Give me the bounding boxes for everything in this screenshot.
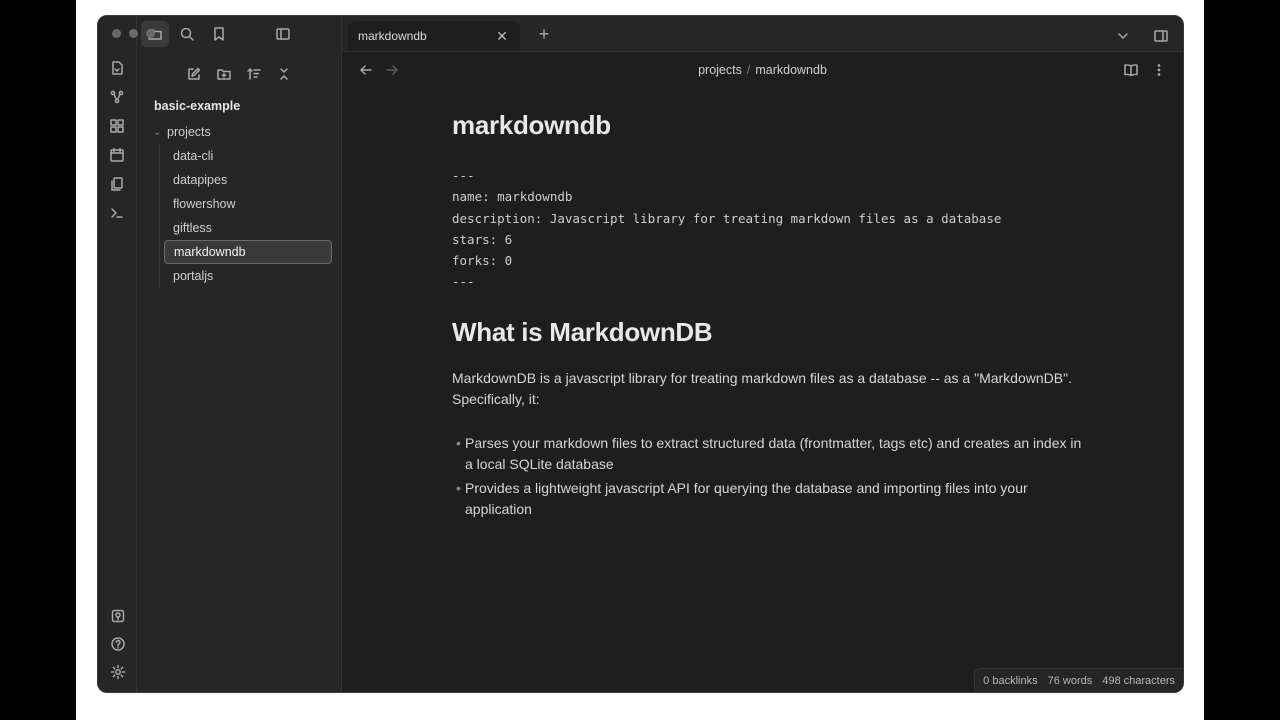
backlinks-count[interactable]: 0 backlinks <box>983 675 1037 687</box>
frontmatter-line: forks: 0 <box>452 253 513 269</box>
list-item: Provides a lightweight javascript API fo… <box>452 478 1092 521</box>
view-header: projects / markdowndb <box>342 52 1183 88</box>
list-item: Parses your markdown files to extract st… <box>452 433 1092 476</box>
sidebar-header <box>137 16 341 52</box>
new-note-icon[interactable] <box>182 62 206 86</box>
folder-children: data-cli datapipes flowershow giftless m… <box>137 144 341 288</box>
right-letterbox <box>1204 0 1280 720</box>
status-bar: 0 backlinks 76 words 498 characters <box>974 668 1183 692</box>
character-count: 498 characters <box>1102 674 1175 687</box>
file-item-giftless[interactable]: giftless <box>164 216 332 240</box>
new-folder-icon[interactable] <box>212 62 236 86</box>
close-tab-icon[interactable]: ✕ <box>494 28 510 45</box>
window-controls <box>112 29 155 38</box>
file-explorer-sidebar: basic-example ⌄ projects data-cli datapi… <box>137 16 342 692</box>
search-icon[interactable] <box>175 22 199 46</box>
open-quick-switcher-icon[interactable] <box>105 56 129 80</box>
frontmatter-line: --- <box>452 168 475 183</box>
note-title[interactable]: markdowndb <box>452 110 1092 141</box>
file-tree: ⌄ projects data-cli datapipes flowershow… <box>137 120 341 288</box>
frontmatter-block[interactable]: --- name: markdowndb description: Javasc… <box>452 165 1092 293</box>
tab-title: markdowndb <box>358 29 427 43</box>
chevron-down-icon: ⌄ <box>153 126 162 138</box>
new-tab-button[interactable]: + <box>534 24 554 45</box>
help-icon[interactable] <box>106 632 130 656</box>
back-arrow-icon[interactable] <box>354 58 378 82</box>
section-heading: What is MarkdownDB <box>452 316 713 347</box>
file-item-flowershow[interactable]: flowershow <box>164 192 332 216</box>
templates-icon[interactable] <box>105 172 129 196</box>
forward-arrow-icon[interactable] <box>380 58 404 82</box>
calendar-icon[interactable] <box>105 143 129 167</box>
ribbon <box>98 16 137 692</box>
vault-name[interactable]: basic-example <box>137 90 341 120</box>
frontmatter-line: stars: 6 <box>452 231 513 247</box>
settings-gear-icon[interactable] <box>106 660 130 684</box>
reading-view-book-icon[interactable] <box>1119 58 1143 82</box>
note-editor[interactable]: markdowndb --- name: markdowndb descript… <box>452 110 1092 523</box>
breadcrumb: projects / markdowndb <box>342 63 1183 77</box>
feature-list: Parses your markdown files to extract st… <box>452 433 1092 521</box>
file-item-datapipes[interactable]: datapipes <box>164 168 332 192</box>
folder-projects[interactable]: ⌄ projects <box>137 120 341 144</box>
frontmatter-line: description: Javascript library for trea… <box>452 210 1002 226</box>
frontmatter-line: --- <box>452 274 475 290</box>
command-palette-icon[interactable] <box>105 201 129 225</box>
more-options-icon[interactable] <box>1147 58 1171 82</box>
word-count: 76 words <box>1047 674 1093 687</box>
folder-label: projects <box>167 125 211 139</box>
close-window-button[interactable] <box>112 29 121 38</box>
left-letterbox <box>0 0 76 720</box>
tab-bar: markdowndb ✕ + <box>342 16 1183 52</box>
zoom-window-button[interactable] <box>146 29 155 38</box>
file-explorer-actions <box>137 52 341 90</box>
toggle-left-sidebar-icon[interactable] <box>271 22 295 46</box>
vault-switcher-icon[interactable] <box>106 604 130 628</box>
file-item-data-cli[interactable]: data-cli <box>164 144 332 168</box>
graph-view-icon[interactable] <box>105 85 129 109</box>
breadcrumb-parent[interactable]: projects <box>698 63 742 77</box>
collapse-all-icon[interactable] <box>272 62 296 86</box>
breadcrumb-separator: / <box>746 63 751 77</box>
file-item-portaljs[interactable]: portaljs <box>164 264 332 288</box>
tab-list-chevron-icon[interactable] <box>1111 24 1135 48</box>
frontmatter-line: name: markdowndb <box>452 189 573 205</box>
file-item-markdowndb[interactable]: markdowndb <box>164 240 332 264</box>
minimize-window-button[interactable] <box>129 29 138 38</box>
toggle-right-sidebar-icon[interactable] <box>1149 24 1173 48</box>
sort-icon[interactable] <box>242 62 266 86</box>
bookmark-icon[interactable] <box>207 22 231 46</box>
main-pane: markdowndb ✕ + projects / markdowndb mar… <box>342 16 1183 692</box>
canvas-icon[interactable] <box>105 114 129 138</box>
tab-markdowndb[interactable]: markdowndb ✕ <box>348 21 520 51</box>
breadcrumb-current[interactable]: markdowndb <box>755 63 827 77</box>
intro-paragraph: MarkdownDB is a javascript library for t… <box>452 369 1072 408</box>
app-window: basic-example ⌄ projects data-cli datapi… <box>97 15 1184 693</box>
